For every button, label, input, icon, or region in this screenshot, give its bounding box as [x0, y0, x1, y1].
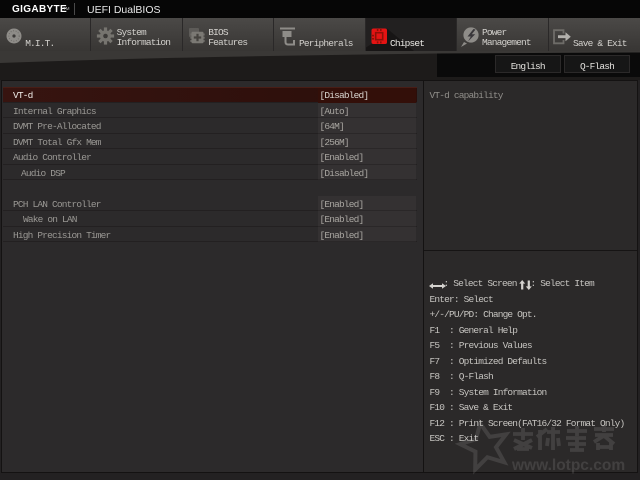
svg-text:www.lotpc.com: www.lotpc.com: [511, 457, 625, 474]
